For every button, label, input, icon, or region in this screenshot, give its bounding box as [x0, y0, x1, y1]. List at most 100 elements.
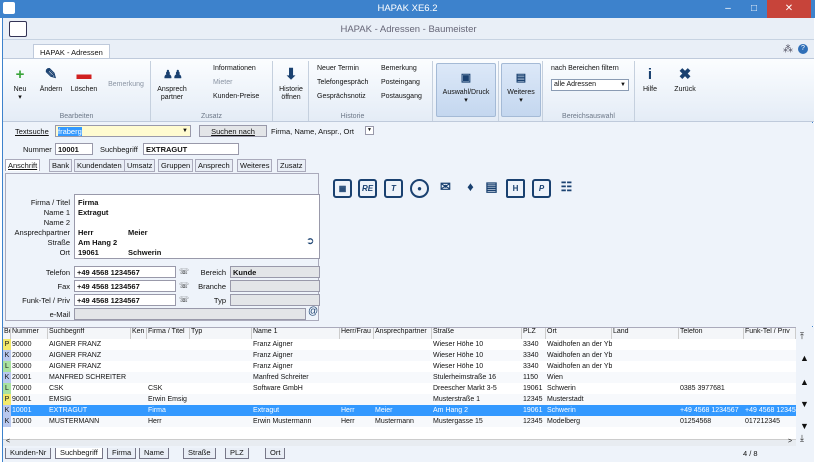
column-header-nummer[interactable]: Nummer	[11, 328, 48, 339]
suchen-nach-button[interactable]: Suchen nach	[199, 125, 267, 137]
table-row[interactable]: K 10001 EXTRAGUT Firma Extragut Herr Meier Am H…	[3, 405, 796, 416]
firma-field[interactable]: Firma	[78, 198, 98, 207]
ansprechpartner-button[interactable]: ♟♟ Ansprech partner	[155, 67, 189, 102]
column-header-telefon[interactable]: Telefon	[679, 328, 744, 339]
column-header-typ[interactable]: Typ	[190, 328, 252, 339]
bemerkung-button[interactable]: Bemerkung	[105, 81, 147, 89]
table-row[interactable]: P 90000 AIGNER FRANZ Franz Aigner Wieser Höh…	[3, 339, 796, 350]
invoice-icon[interactable]: RE	[358, 179, 377, 198]
sort-tab-4[interactable]: Straße	[183, 448, 216, 459]
page-down-icon[interactable]: ▼	[800, 421, 809, 431]
tab-umsatz[interactable]: Umsatz	[124, 159, 156, 172]
column-header-be[interactable]: Be	[3, 328, 11, 339]
telefongespraech-button[interactable]: Telefongespräch	[317, 79, 368, 86]
column-header-ken[interactable]: Ken	[131, 328, 147, 339]
hilfe-button[interactable]: i Hilfe	[639, 67, 661, 94]
kundenpreise-button[interactable]: Kunden-Preise	[213, 93, 259, 100]
telefon-field[interactable]: +49 4568 1234567	[74, 266, 176, 278]
phonebook-icon[interactable]: H	[506, 179, 525, 198]
sort-tab-2[interactable]: Firma	[107, 448, 137, 459]
branche-field[interactable]	[230, 280, 320, 292]
nummer-field[interactable]: 10001	[55, 143, 93, 155]
tab-ansprech[interactable]: Ansprech	[195, 159, 233, 172]
scroll-left-icon[interactable]: <	[6, 438, 10, 445]
minimize-button[interactable]: –	[715, 0, 741, 18]
tab-bank[interactable]: Bank	[49, 159, 73, 172]
funk-field[interactable]: +49 4568 1234567	[74, 294, 176, 306]
ort-field[interactable]: Schwerin	[128, 248, 161, 257]
first-record-icon[interactable]: ⤒	[800, 331, 804, 342]
fax-field[interactable]: +49 4568 1234567	[74, 280, 176, 292]
informationen-button[interactable]: Informationen	[213, 65, 256, 72]
suchbegriff-field[interactable]: EXTRAGUT	[143, 143, 239, 155]
anrede-field[interactable]: Herr	[78, 228, 93, 237]
typ-field[interactable]	[230, 294, 320, 306]
loeschen-button[interactable]: ▬ Löschen	[69, 67, 99, 94]
sort-tab-1[interactable]: Suchbegriff	[55, 448, 103, 459]
aendern-button[interactable]: ✎ Ändern	[37, 67, 65, 94]
maximize-button[interactable]: □	[741, 0, 767, 18]
sort-tab-5[interactable]: PLZ	[225, 448, 249, 459]
next-record-icon[interactable]: ▼	[800, 399, 809, 409]
neu-button[interactable]: + Neu ▾	[9, 67, 31, 102]
column-header-ort[interactable]: Ort	[546, 328, 612, 339]
tab-kundendaten[interactable]: Kundendaten	[74, 159, 125, 172]
pin-icon[interactable]: ➲	[306, 236, 314, 247]
email-field[interactable]	[74, 308, 306, 320]
p-icon[interactable]: P	[532, 179, 551, 198]
scroll-right-icon[interactable]: >	[788, 438, 792, 445]
table-row[interactable]: K 10000 MUSTERMANN Herr Erwin Mustermann Herr…	[3, 416, 796, 427]
tab-gruppen[interactable]: Gruppen	[158, 159, 194, 172]
sort-tab-6[interactable]: Ort	[265, 448, 286, 459]
column-header-name1[interactable]: Name 1	[252, 328, 340, 339]
email-icon[interactable]: @	[308, 306, 318, 317]
column-header-suchbegriff[interactable]: Suchbegriff	[48, 328, 131, 339]
post-icon[interactable]: ✉	[436, 179, 455, 198]
sort-tab-0[interactable]: Kunden-Nr	[5, 448, 52, 459]
weiteres-button[interactable]: ▤ Weiteres ▾	[501, 63, 541, 117]
textsuche-input[interactable]: fraberg ▼	[55, 125, 191, 137]
table-row[interactable]: L 30000 AIGNER FRANZ Franz Aigner Wieser Höh…	[3, 361, 796, 372]
bereich-field[interactable]: Kunde	[230, 266, 320, 278]
disc-icon[interactable]: ●	[410, 179, 429, 198]
plz-field[interactable]: 19061	[78, 248, 99, 257]
filter-select[interactable]: alle Adressen ▼	[551, 79, 629, 91]
tab-anschrift[interactable]: Anschrift	[5, 159, 41, 171]
name1-field[interactable]: Extragut	[78, 208, 108, 217]
bell-icon[interactable]: ♦	[461, 179, 480, 198]
document-icon[interactable]: ▤	[482, 179, 501, 198]
page-up-icon[interactable]: ▲	[800, 353, 809, 363]
text-icon[interactable]: T	[384, 179, 403, 198]
column-header-strasse[interactable]: Straße	[432, 328, 522, 339]
sort-tab-3[interactable]: Name	[139, 448, 170, 459]
column-header-land[interactable]: Land	[612, 328, 679, 339]
column-header-herr-frau[interactable]: Herr/Frau	[340, 328, 374, 339]
mieter-button[interactable]: Mieter	[213, 79, 232, 86]
ruler-icon[interactable]: ☷	[557, 179, 576, 198]
neuer-termin-button[interactable]: Neuer Termin	[317, 65, 359, 72]
column-header-ansprechpartner[interactable]: Ansprechpartner	[374, 328, 432, 339]
table-row[interactable]: K 20001 MANFRED SCHREITER Manfred Schreiter…	[3, 372, 796, 383]
historie-oeffnen-button[interactable]: ⬇ Historie öffnen	[275, 67, 307, 102]
column-header-funk[interactable]: Funk-Tel / Priv	[744, 328, 796, 339]
horizontal-scrollbar[interactable]: < >	[3, 438, 796, 446]
prev-record-icon[interactable]: ▲	[800, 377, 809, 387]
table-row[interactable]: K 20000 AIGNER FRANZ Franz Aigner Wieser Höh…	[3, 350, 796, 361]
last-record-icon[interactable]: ⤓	[800, 433, 804, 444]
ansprechpartner-field[interactable]: Meier	[128, 228, 148, 237]
bemerkung2-button[interactable]: Bemerkung	[381, 65, 417, 72]
table-row[interactable]: P 90001 EMSIG Erwin Emsig Musterstraße 1 1234…	[3, 394, 796, 405]
column-header-plz[interactable]: PLZ	[522, 328, 546, 339]
postausgang-button[interactable]: Postausgang	[381, 93, 422, 100]
building-icon[interactable]: ▦	[333, 179, 352, 198]
strasse-field[interactable]: Am Hang 2	[78, 238, 117, 247]
auswahl-druck-button[interactable]: ▣ Auswahl/Druck ▾	[436, 63, 496, 117]
help-icon[interactable]: ?	[798, 44, 808, 54]
close-button[interactable]: ✕	[767, 0, 811, 18]
search-fields-dropdown[interactable]: ▼	[365, 126, 374, 135]
zurueck-button[interactable]: ✖ Zurück	[671, 67, 699, 94]
tab-weiteres[interactable]: Weiteres	[237, 159, 273, 172]
table-row[interactable]: L 70000 CSK CSK Software GmbH Dreescher Markt…	[3, 383, 796, 394]
tab-zusatz[interactable]: Zusatz	[277, 159, 306, 172]
gespraechsnotiz-button[interactable]: Gesprächsnotiz	[317, 93, 366, 100]
